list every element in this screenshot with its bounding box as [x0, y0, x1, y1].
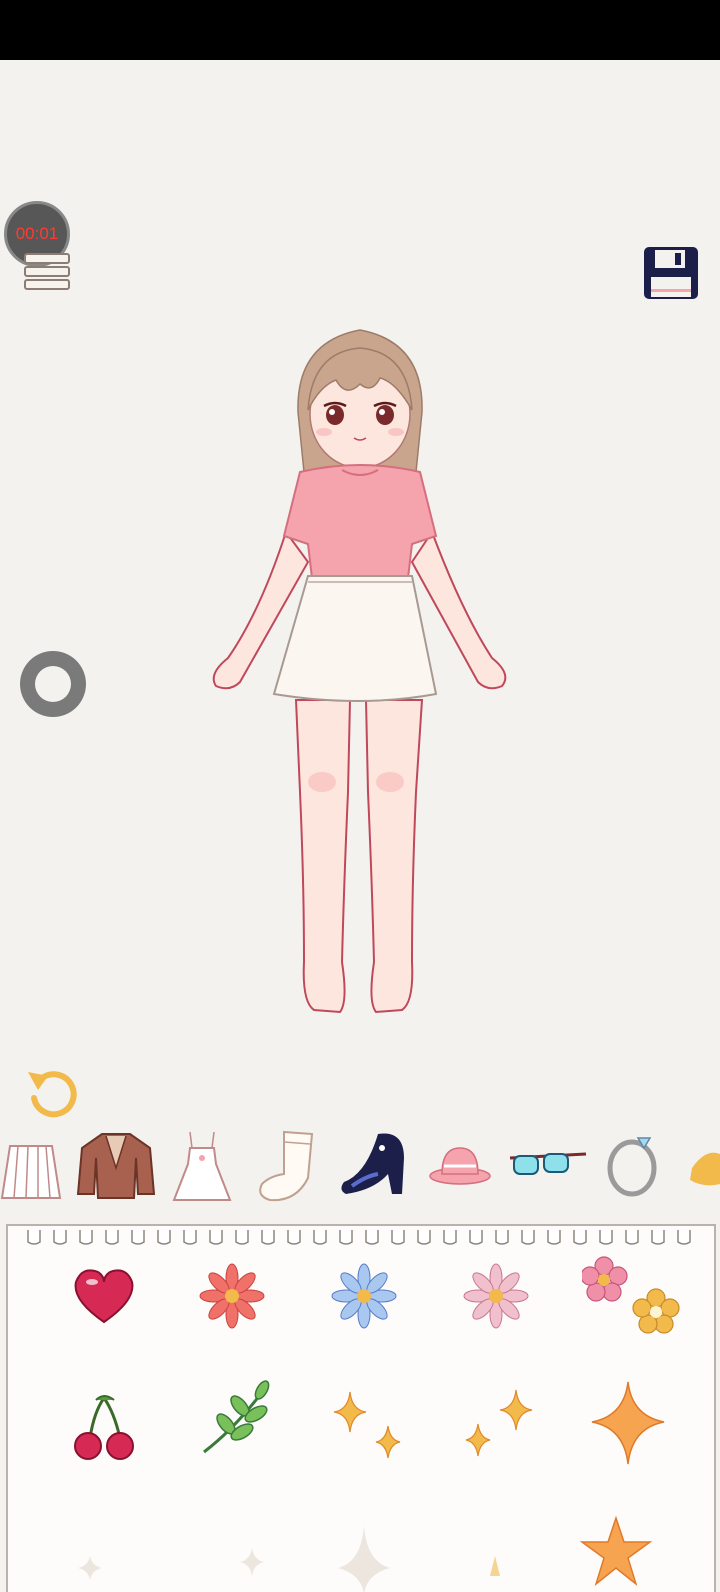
- status-bar: [0, 0, 720, 60]
- sparkle-pair-2-sticker[interactable]: [454, 1382, 544, 1472]
- blue-flower-sticker[interactable]: [324, 1256, 404, 1336]
- red-flower-sticker[interactable]: [192, 1256, 272, 1336]
- category-bar: [0, 1128, 720, 1218]
- sock-icon[interactable]: [256, 1128, 316, 1214]
- undo-icon[interactable]: [24, 1064, 80, 1122]
- leaf-sticker[interactable]: [198, 1376, 278, 1456]
- save-icon[interactable]: [642, 245, 700, 301]
- faded-sparkle-sticker-2[interactable]: [222, 1530, 282, 1590]
- pink-flower-sticker[interactable]: [456, 1256, 536, 1336]
- ring-icon[interactable]: [604, 1128, 666, 1214]
- two-flowers-sticker[interactable]: [582, 1252, 682, 1342]
- faded-sparkle-sticker-3[interactable]: [334, 1522, 394, 1592]
- heart-sticker[interactable]: [64, 1256, 144, 1336]
- timer-text: 00:01: [15, 224, 59, 243]
- dress-up-screen: { "timer": { "text": "00:01" }, "icons":…: [0, 0, 720, 1592]
- cherry-sticker[interactable]: [64, 1388, 144, 1468]
- dress-icon[interactable]: [172, 1128, 232, 1214]
- record-button-inner: [35, 666, 71, 702]
- partial-item-icon[interactable]: [686, 1128, 720, 1214]
- hat-icon[interactable]: [428, 1128, 492, 1214]
- big-sparkle-sticker[interactable]: [582, 1378, 672, 1468]
- jacket-icon[interactable]: [76, 1128, 156, 1214]
- sparkle-pair-sticker[interactable]: [324, 1382, 414, 1472]
- faded-star-sticker[interactable]: [470, 1546, 520, 1592]
- faded-sparkle-sticker[interactable]: [60, 1536, 120, 1592]
- pleated-skirt-icon[interactable]: [0, 1128, 62, 1214]
- shoe-icon[interactable]: [338, 1128, 410, 1214]
- menu-icon[interactable]: [22, 250, 72, 294]
- star-sticker[interactable]: [576, 1512, 656, 1592]
- record-button[interactable]: [20, 651, 86, 717]
- notebook-holes: [27, 1230, 691, 1245]
- character-figure: [212, 329, 507, 1014]
- sticker-panel: [6, 1224, 716, 1592]
- glasses-icon[interactable]: [508, 1128, 588, 1214]
